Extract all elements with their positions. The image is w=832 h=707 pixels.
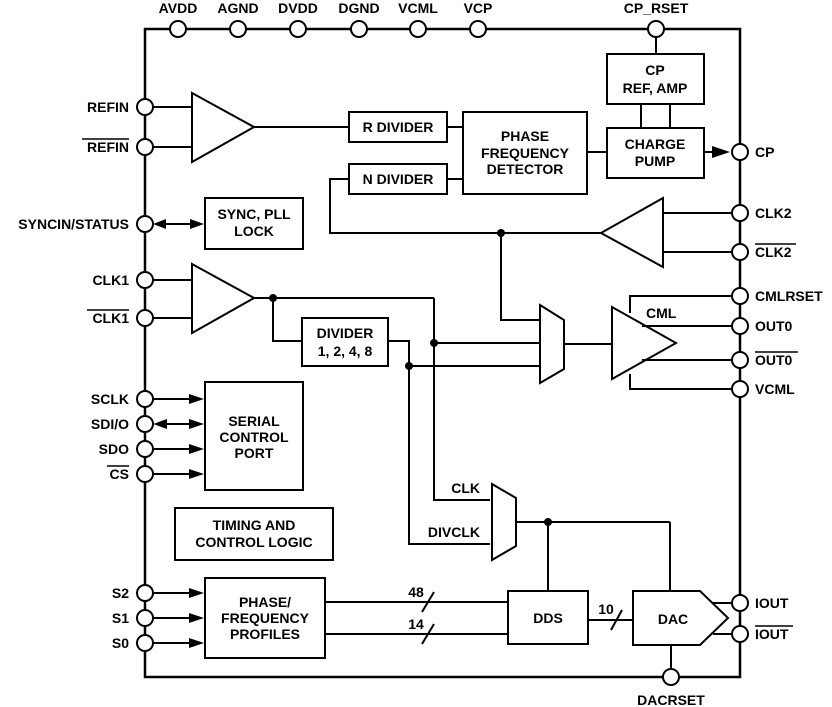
- charge-pump-line2: PUMP: [635, 153, 675, 169]
- serial-port-line1: SERIAL: [228, 413, 280, 429]
- profiles-line2: FREQUENCY: [221, 610, 310, 626]
- pin-label-cmlrset: CMLRSET: [755, 288, 823, 304]
- pin-label-s1: S1: [112, 610, 129, 626]
- pfd-line2: FREQUENCY: [481, 145, 570, 161]
- pin-sdo: [136, 440, 154, 458]
- pin-label-sclk: SCLK: [91, 391, 129, 407]
- pin-s2: [136, 584, 154, 602]
- timing-line2: CONTROL LOGIC: [195, 534, 312, 550]
- sync-pll-line1: SYNC, PLL: [217, 206, 291, 222]
- pin-label-vcml: VCML: [755, 381, 795, 397]
- pin-label-iout: IOUT: [755, 595, 789, 611]
- bus-width-48: 48: [408, 584, 424, 600]
- pin-label-sdio: SDI/O: [91, 416, 129, 432]
- pin-agnd: [229, 20, 247, 38]
- pin-vcml-top: [409, 20, 427, 38]
- pin-clk1: [136, 271, 154, 289]
- profiles-line1: PHASE/: [239, 594, 291, 610]
- pin-label-s0: S0: [112, 635, 129, 651]
- cp-arrow: [712, 146, 730, 158]
- pin-label-clk2: CLK2: [755, 205, 792, 221]
- pin-label-cp-rset: CP_RSET: [624, 0, 689, 16]
- pin-label-clk1: CLK1: [92, 272, 129, 288]
- pin-label-out0-b: OUT0: [755, 352, 793, 368]
- pin-cs: [136, 465, 154, 483]
- sync-pll-line2: LOCK: [234, 223, 274, 239]
- clk1-receiver: [191, 262, 257, 335]
- sync-arrow: [190, 219, 204, 229]
- charge-pump-line1: CHARGE: [625, 136, 686, 152]
- serial-port-line2: CONTROL: [219, 429, 289, 445]
- clk2-receiver: [598, 196, 664, 269]
- divclk-label: DIVCLK: [428, 524, 480, 540]
- pfd-line3: DETECTOR: [487, 161, 564, 177]
- cml-label: CML: [646, 305, 677, 321]
- pin-label-cs: CS: [110, 466, 129, 482]
- pin-iout: [731, 594, 749, 612]
- pin-clk2-b: [731, 243, 749, 261]
- pin-dacrset: [662, 668, 680, 686]
- bus-width-10: 10: [598, 601, 614, 617]
- pin-label-dvdd: DVDD: [278, 0, 318, 16]
- refin-buffer: [191, 91, 257, 164]
- cp-ref-amp-line1: CP: [645, 62, 664, 78]
- divider-line2: 1, 2, 4, 8: [318, 343, 373, 359]
- block-diagram: AVDD AGND DVDD DGND VCML VCP CP_RSET CP …: [18, 0, 823, 707]
- n-divider-label: N DIVIDER: [363, 171, 434, 187]
- pin-sclk: [136, 390, 154, 408]
- pin-cmlrset: [731, 287, 749, 305]
- pin-dvdd: [289, 20, 307, 38]
- pin-label-clk2-b: CLK2: [755, 244, 792, 260]
- profiles-line3: PROFILES: [230, 626, 300, 642]
- clk-label: CLK: [451, 480, 480, 496]
- pin-label-vcml-top: VCML: [398, 0, 438, 16]
- pin-clk2: [731, 204, 749, 222]
- pin-dgnd: [350, 20, 368, 38]
- dac-label: DAC: [658, 611, 688, 627]
- pin-refin-b: [136, 138, 154, 156]
- pin-label-refin-b: REFIN: [87, 139, 129, 155]
- cp-ref-amp-line2: REF, AMP: [623, 80, 688, 96]
- pin-label-dacrset: DACRSET: [637, 692, 705, 707]
- pin-iout-b: [731, 625, 749, 643]
- dds-label: DDS: [533, 610, 563, 626]
- r-divider-label: R DIVIDER: [363, 119, 434, 135]
- divider-line1: DIVIDER: [317, 325, 374, 341]
- pin-s1: [136, 609, 154, 627]
- pin-vcp: [469, 20, 487, 38]
- pin-vcml: [731, 380, 749, 398]
- pin-label-out0: OUT0: [755, 318, 793, 334]
- pin-cp-rset: [647, 20, 665, 38]
- pin-label-iout-b: IOUT: [755, 626, 789, 642]
- pin-label-clk1-b: CLK1: [92, 310, 129, 326]
- pin-clk1-b: [136, 309, 154, 327]
- pin-cp: [731, 143, 749, 161]
- pin-label-avdd: AVDD: [159, 0, 198, 16]
- pfd-line1: PHASE: [501, 128, 549, 144]
- pin-label-syncin-status: SYNCIN/STATUS: [18, 216, 129, 232]
- top-pins: AVDD AGND DVDD DGND VCML VCP CP_RSET: [159, 0, 689, 38]
- pin-label-dgnd: DGND: [338, 0, 379, 16]
- pin-syncin-status: [136, 215, 154, 233]
- pin-out0-b: [731, 351, 749, 369]
- pin-sdio: [136, 415, 154, 433]
- pin-label-refin: REFIN: [87, 99, 129, 115]
- pin-label-agnd: AGND: [217, 0, 258, 16]
- pin-label-s2: S2: [112, 585, 129, 601]
- output-mux: [539, 303, 565, 385]
- pin-out0: [731, 317, 749, 335]
- pin-label-cp: CP: [755, 144, 774, 160]
- pin-avdd: [169, 20, 187, 38]
- dds-clock-mux: [491, 482, 517, 562]
- pin-refin: [136, 98, 154, 116]
- pin-label-vcp: VCP: [464, 0, 493, 16]
- serial-port-line3: PORT: [235, 445, 274, 461]
- timing-line1: TIMING AND: [213, 517, 296, 533]
- bus-width-14: 14: [408, 616, 424, 632]
- pin-s0: [136, 634, 154, 652]
- pin-label-sdo: SDO: [99, 441, 129, 457]
